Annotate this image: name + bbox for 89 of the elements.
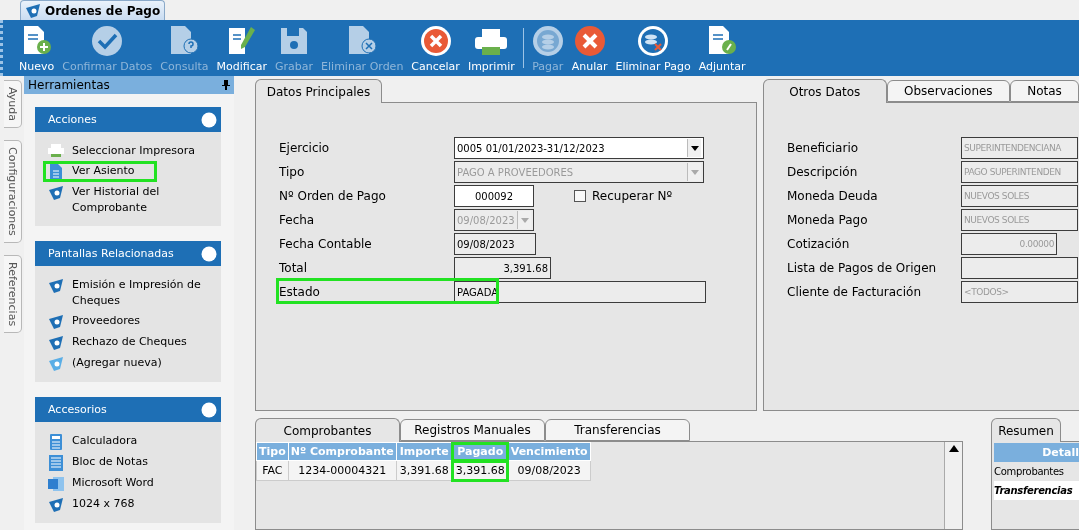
toolbar-button[interactable]: Modificar bbox=[212, 20, 272, 76]
toolbar-button[interactable]: Adjuntar bbox=[694, 20, 750, 76]
scroll-up-icon[interactable] bbox=[948, 445, 959, 452]
cancel-icon bbox=[419, 25, 452, 57]
coins-icon bbox=[531, 25, 564, 57]
dropdown-arrow-icon[interactable] bbox=[690, 145, 699, 151]
collapse-icon[interactable] bbox=[201, 245, 217, 262]
collapse-icon[interactable] bbox=[201, 401, 217, 418]
tab[interactable]: Registros Manuales bbox=[400, 419, 545, 441]
tool-link[interactable]: Microsoft Word bbox=[72, 475, 212, 491]
window-tab[interactable]: Ordenes de Pago bbox=[20, 0, 166, 20]
panel-title: Herramientas bbox=[28, 78, 110, 92]
field-label: Moneda Pago bbox=[787, 213, 869, 227]
tool-link[interactable]: Rechazo de Cheques bbox=[72, 334, 212, 350]
toolbar-button[interactable]: Nuevo bbox=[15, 20, 59, 76]
app-logo-icon bbox=[48, 356, 64, 372]
window-title: Ordenes de Pago bbox=[45, 3, 161, 18]
tool-link[interactable]: Ver Historial del Comprobante bbox=[72, 184, 212, 216]
field-label: Fecha Contable bbox=[279, 237, 373, 251]
tab[interactable]: Resumen bbox=[991, 418, 1061, 442]
checkbox-label: Recuperar Nº bbox=[592, 189, 673, 203]
app-logo-icon bbox=[48, 497, 64, 513]
tab[interactable]: Observaciones bbox=[886, 80, 1011, 102]
tool-link[interactable]: 1024 x 768 bbox=[72, 496, 212, 512]
calculator-icon bbox=[50, 434, 62, 450]
field-label: Ejercicio bbox=[279, 141, 331, 155]
tab[interactable]: Comprobantes bbox=[255, 418, 400, 442]
toolbar-button[interactable]: Eliminar Pago bbox=[611, 20, 695, 76]
group-title: Acciones bbox=[48, 113, 97, 126]
tab[interactable]: Transferencias bbox=[545, 419, 690, 441]
group-title: Pantallas Relacionadas bbox=[48, 247, 174, 260]
toolbar-button[interactable]: Cancelar bbox=[407, 20, 464, 76]
input-field[interactable]: 000092 bbox=[454, 185, 534, 207]
tool-link[interactable]: Seleccionar Impresora bbox=[72, 143, 212, 159]
toolbar-button[interactable]: Imprimir bbox=[463, 20, 519, 76]
toolbar-button[interactable]: Anular bbox=[567, 20, 612, 76]
tool-link[interactable]: Calculadora bbox=[72, 433, 212, 449]
side-tab[interactable]: Configuraciones bbox=[4, 140, 22, 243]
tool-link[interactable]: Ver Asiento bbox=[72, 163, 155, 179]
input-field[interactable]: PAGADA bbox=[454, 281, 706, 303]
document-attachment-icon bbox=[706, 25, 739, 57]
input-field[interactable]: 09/08/2023 bbox=[454, 233, 536, 255]
tool-link[interactable]: Emisión e Impresión de Cheques bbox=[72, 277, 212, 309]
notepad-icon bbox=[49, 455, 63, 471]
document-icon bbox=[49, 164, 63, 180]
app-logo-icon bbox=[48, 185, 64, 201]
field-label: Total bbox=[279, 261, 309, 275]
app-logo-icon bbox=[48, 314, 64, 330]
check-icon bbox=[91, 25, 124, 57]
input-field[interactable] bbox=[961, 257, 1078, 279]
word-document-icon bbox=[48, 476, 64, 492]
field-label: Beneficiario bbox=[787, 141, 860, 155]
document-question-icon bbox=[168, 25, 201, 57]
table-cell: 3,391.68 bbox=[452, 460, 509, 481]
cancel-icon bbox=[573, 25, 606, 57]
app-logo-icon bbox=[25, 2, 41, 19]
summary-row[interactable]: Comprobantes bbox=[994, 462, 1079, 481]
column-header: Detall bbox=[994, 443, 1079, 462]
table-cell: FAC bbox=[256, 460, 289, 481]
printer-icon bbox=[48, 144, 64, 158]
tool-link[interactable]: Bloc de Notas bbox=[72, 454, 212, 470]
collapse-icon[interactable] bbox=[201, 111, 217, 128]
field-label: Cliente de Facturación bbox=[787, 285, 922, 299]
summary-row[interactable]: Transferencias bbox=[994, 481, 1079, 500]
input-field[interactable]: 3,391.68 bbox=[454, 257, 551, 279]
checkbox[interactable]: Recuperar Nº bbox=[574, 189, 673, 203]
tool-link[interactable]: Proveedores bbox=[72, 313, 212, 329]
field-label: Fecha bbox=[279, 213, 316, 227]
pin-icon[interactable] bbox=[222, 80, 230, 90]
tab[interactable]: Datos Principales bbox=[255, 79, 382, 103]
field-label: Tipo bbox=[279, 165, 306, 179]
field-label: Descripción bbox=[787, 165, 859, 179]
app-logo-icon bbox=[48, 278, 64, 294]
field-label: Moneda Deuda bbox=[787, 189, 879, 203]
app-logo-icon bbox=[48, 335, 64, 351]
printer-icon bbox=[474, 27, 509, 57]
side-tab[interactable]: Ayuda bbox=[4, 80, 22, 128]
field-label: Cotización bbox=[787, 237, 851, 251]
coins-delete-icon bbox=[637, 25, 670, 57]
field-label: Lista de Pagos de Origen bbox=[787, 261, 938, 275]
tab[interactable]: Notas bbox=[1010, 80, 1079, 102]
group-title: Accesorios bbox=[48, 403, 107, 416]
tab[interactable]: Otros Datos bbox=[763, 79, 887, 103]
field-label: Estado bbox=[279, 285, 321, 299]
dropdown-field[interactable]: 0005 01/01/2023-31/12/2023 bbox=[454, 137, 704, 159]
field-label: Nº Orden de Pago bbox=[279, 189, 387, 203]
side-tab[interactable]: Referencias bbox=[4, 254, 22, 333]
document-delete-icon bbox=[346, 25, 379, 57]
tool-link[interactable]: (Agregar nueva) bbox=[72, 355, 212, 371]
